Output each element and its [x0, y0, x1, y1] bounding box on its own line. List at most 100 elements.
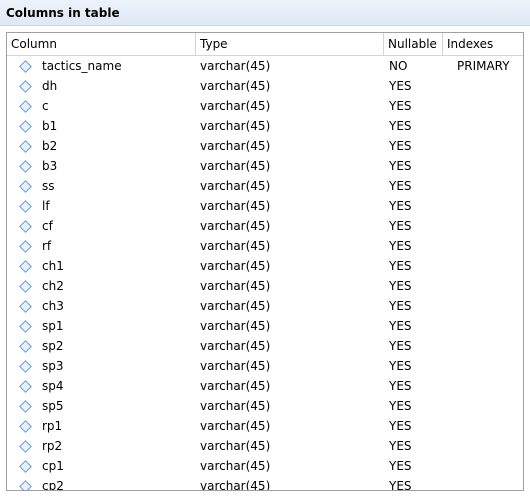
table-row[interactable]: ch1 varchar(45) YES [7, 256, 523, 276]
column-type-cell: varchar(45) [200, 79, 271, 93]
column-indexes-cell [443, 456, 521, 476]
column-name-text: b2 [42, 139, 58, 153]
column-nullable-cell: YES [389, 399, 412, 413]
column-type-cell: varchar(45) [200, 439, 271, 453]
column-diamond-icon [19, 179, 32, 193]
table-row[interactable]: dh varchar(45) YES [7, 76, 523, 96]
column-nullable-cell: YES [389, 179, 412, 193]
column-type-cell: varchar(45) [200, 179, 271, 193]
column-type-cell: varchar(45) [200, 279, 271, 293]
column-indexes-cell [443, 136, 521, 156]
table-row[interactable]: rp2 varchar(45) YES [7, 436, 523, 456]
column-type-cell: varchar(45) [200, 59, 271, 73]
column-header-nullable[interactable]: Nullable [384, 33, 443, 55]
table-row[interactable]: b3 varchar(45) YES [7, 156, 523, 176]
table-row[interactable]: lf varchar(45) YES [7, 196, 523, 216]
table-row[interactable]: sp2 varchar(45) YES [7, 336, 523, 356]
column-indexes-cell [443, 76, 521, 96]
column-diamond-icon [19, 239, 32, 253]
column-name-cell: sp4 [7, 376, 196, 396]
column-indexes-cell [443, 236, 521, 256]
column-nullable-cell: YES [389, 319, 412, 333]
column-diamond-icon [19, 359, 32, 373]
column-name-cell: b1 [7, 116, 196, 136]
column-diamond-icon [19, 459, 32, 473]
column-type-cell: varchar(45) [200, 339, 271, 353]
column-name-text: sp4 [42, 379, 64, 393]
column-name-text: rf [42, 239, 52, 253]
column-diamond-icon [19, 279, 32, 293]
table-row[interactable]: sp3 varchar(45) YES [7, 356, 523, 376]
column-name-cell: lf [7, 196, 196, 216]
column-nullable-cell: YES [389, 119, 412, 133]
column-nullable-cell: YES [389, 439, 412, 453]
table-row[interactable]: ss varchar(45) YES [7, 176, 523, 196]
column-nullable-cell: YES [389, 419, 412, 433]
columns-panel: Columns in table Column Type Nullable In… [0, 0, 530, 497]
column-diamond-icon [19, 259, 32, 273]
table-row[interactable]: sp1 varchar(45) YES [7, 316, 523, 336]
column-name-text: ch3 [42, 299, 64, 313]
column-name-text: ch2 [42, 279, 64, 293]
table-row[interactable]: cp1 varchar(45) YES [7, 456, 523, 476]
column-nullable-cell: YES [389, 359, 412, 373]
column-diamond-icon [19, 99, 32, 113]
column-indexes-cell [443, 176, 521, 196]
column-diamond-icon [19, 119, 32, 133]
table-row[interactable]: cp2 varchar(45) YES [7, 476, 523, 491]
column-header-type[interactable]: Type [196, 33, 384, 55]
column-name-text: sp3 [42, 359, 64, 373]
table-row[interactable]: c varchar(45) YES [7, 96, 523, 116]
column-nullable-cell: YES [389, 79, 412, 93]
column-indexes-cell [443, 416, 521, 436]
column-diamond-icon [19, 399, 32, 413]
column-nullable-cell: YES [389, 339, 412, 353]
column-indexes-cell [443, 356, 521, 376]
column-header-indexes[interactable]: Indexes [443, 33, 521, 55]
table-row[interactable]: rf varchar(45) YES [7, 236, 523, 256]
panel-title: Columns in table [0, 0, 530, 26]
column-name-cell: sp1 [7, 316, 196, 336]
column-name-cell: sp5 [7, 396, 196, 416]
column-name-cell: rp1 [7, 416, 196, 436]
table-row[interactable]: sp5 varchar(45) YES [7, 396, 523, 416]
column-name-cell: cf [7, 216, 196, 236]
column-indexes-cell [443, 436, 521, 456]
column-nullable-cell: YES [389, 139, 412, 153]
column-type-cell: varchar(45) [200, 119, 271, 133]
column-diamond-icon [19, 219, 32, 233]
column-name-cell: rf [7, 236, 196, 256]
column-name-text: rp1 [42, 419, 63, 433]
table-row[interactable]: b2 varchar(45) YES [7, 136, 523, 156]
column-diamond-icon [19, 139, 32, 153]
table-row[interactable]: rp1 varchar(45) YES [7, 416, 523, 436]
table-row[interactable]: sp4 varchar(45) YES [7, 376, 523, 396]
column-nullable-cell: YES [389, 259, 412, 273]
column-name-cell: cp2 [7, 476, 196, 491]
table-row[interactable]: ch2 varchar(45) YES [7, 276, 523, 296]
column-type-cell: varchar(45) [200, 199, 271, 213]
column-indexes-cell [443, 276, 521, 296]
column-name-cell: rp2 [7, 436, 196, 456]
column-indexes-cell [443, 216, 521, 236]
column-name-text: b1 [42, 119, 58, 133]
column-type-cell: varchar(45) [200, 239, 271, 253]
column-indexes-cell [443, 316, 521, 336]
column-diamond-icon [19, 299, 32, 313]
column-name-cell: sp2 [7, 336, 196, 356]
column-diamond-icon [19, 319, 32, 333]
column-name-text: ch1 [42, 259, 64, 273]
column-indexes-cell [443, 156, 521, 176]
table-row[interactable]: ch3 varchar(45) YES [7, 296, 523, 316]
column-header-column[interactable]: Column [7, 33, 196, 55]
column-name-text: sp2 [42, 339, 64, 353]
column-diamond-icon [19, 379, 32, 393]
column-nullable-cell: NO [389, 59, 408, 73]
table-row[interactable]: b1 varchar(45) YES [7, 116, 523, 136]
table-row[interactable]: tactics_name varchar(45) NO PRIMARY [7, 56, 523, 76]
column-indexes-cell [443, 96, 521, 116]
column-indexes-cell [443, 336, 521, 356]
column-name-text: cp2 [42, 479, 64, 491]
column-name-cell: tactics_name [7, 56, 196, 76]
table-row[interactable]: cf varchar(45) YES [7, 216, 523, 236]
